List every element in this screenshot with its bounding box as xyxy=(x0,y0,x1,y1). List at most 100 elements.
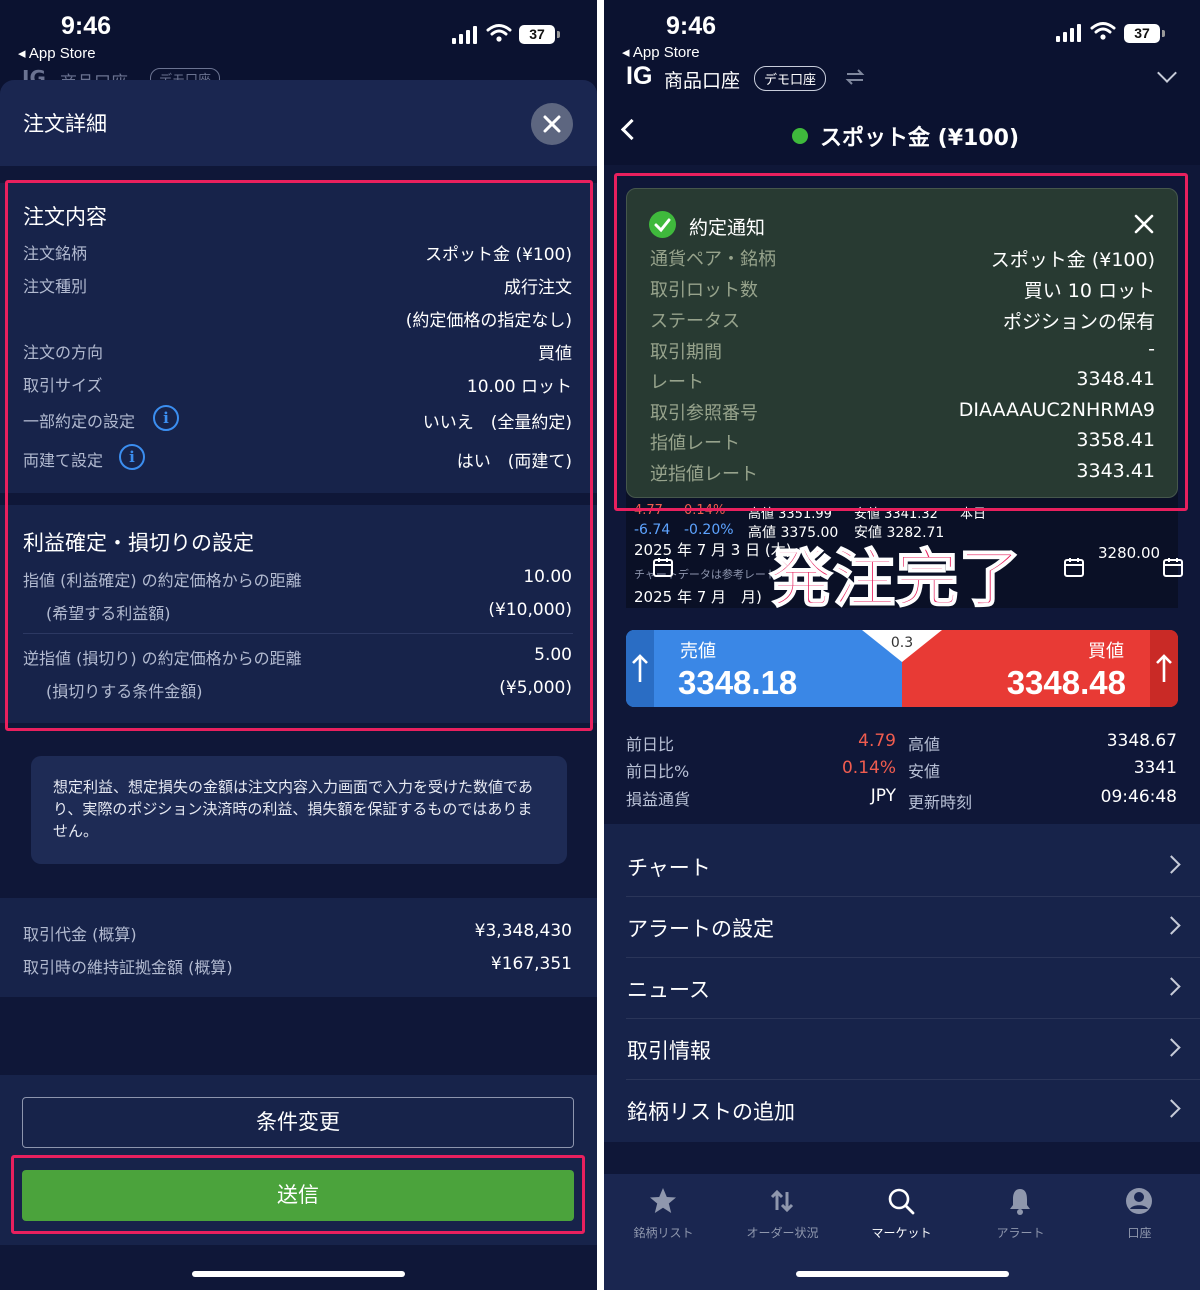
search-icon xyxy=(888,1188,915,1215)
trade-amount-label: 取引代金 (概算) xyxy=(23,925,137,944)
arrow-up-icon xyxy=(632,654,648,682)
notif-instrument-value: スポット金 (¥100) xyxy=(990,249,1155,271)
chevron-right-icon xyxy=(1162,1038,1181,1057)
close-button[interactable] xyxy=(531,103,573,145)
signal-icon xyxy=(1056,24,1086,42)
low-label: 安値 xyxy=(908,762,941,781)
arrows-updown-icon xyxy=(770,1189,794,1213)
pnl-currency-value: JPY xyxy=(870,786,896,806)
stop-distance-value: 5.00 xyxy=(534,645,572,665)
modify-conditions-button[interactable]: 条件変更 xyxy=(22,1097,574,1148)
menu-item-label: アラートの設定 xyxy=(627,917,774,941)
menu-item-label: ニュース xyxy=(627,978,710,1002)
chevron-right-icon xyxy=(1162,916,1181,935)
stop-amount-value: (¥5,000) xyxy=(499,678,572,698)
notif-limit-label: 指値レート xyxy=(650,433,740,454)
signal-icon xyxy=(452,26,482,44)
calendar-icon[interactable] xyxy=(652,556,674,578)
chart-change-pct: 0.14% xyxy=(684,503,726,518)
menu-item-label: 銘柄リストの追加 xyxy=(627,1100,795,1124)
hedging-label: 両建て設定 xyxy=(23,451,104,470)
tab-label: 口座 xyxy=(1127,1226,1152,1240)
sell-price: 3348.18 xyxy=(678,664,798,701)
chart-price-label: 3280.00 xyxy=(1098,544,1161,562)
notif-status-value: ポジションの保有 xyxy=(1002,311,1155,333)
chart-change: 4.77 xyxy=(634,503,663,518)
switch-account-icon[interactable] xyxy=(844,66,866,88)
status-time: 9:46 xyxy=(666,12,717,40)
day-change-value: 4.79 xyxy=(858,731,896,751)
tab-orders[interactable]: オーダー状況 xyxy=(723,1174,842,1254)
order-instrument-value: スポット金 (¥100) xyxy=(425,245,572,265)
chart-date-2: 2025 年 7 月 月) xyxy=(634,588,762,606)
margin-label: 取引時の維持証拠金額 (概算) xyxy=(23,958,233,977)
home-indicator[interactable] xyxy=(796,1271,1009,1277)
order-instrument-label: 注文銘柄 xyxy=(23,244,88,263)
back-to-app-store[interactable]: ◂ App Store xyxy=(18,44,96,62)
battery-icon: 37 xyxy=(1124,24,1165,43)
back-to-app-store[interactable]: ◂ App Store xyxy=(622,43,700,61)
tab-label: 銘柄リスト xyxy=(633,1226,694,1240)
margin-value: ¥167,351 xyxy=(490,954,572,974)
hedging-info-icon[interactable]: i xyxy=(119,444,145,470)
menu-item-trade-info[interactable]: 取引情報 xyxy=(626,1019,1200,1080)
submit-button[interactable]: 送信 xyxy=(22,1170,574,1221)
notif-status-label: ステータス xyxy=(650,311,740,332)
profit-loss-heading: 利益確定・損切りの設定 xyxy=(23,531,254,555)
cost-card xyxy=(0,898,597,997)
order-complete-overlay: 発注完了 xyxy=(769,541,1023,616)
chart-today: 本日 xyxy=(960,507,987,522)
order-direction-label: 注文の方向 xyxy=(23,343,104,362)
disclaimer-box: 想定利益、想定損失の金額は注文内容入力画面で入力を受けた数値であり、実際のポジシ… xyxy=(31,756,567,864)
menu-item-add-watchlist[interactable]: 銘柄リストの追加 xyxy=(626,1080,1200,1141)
notif-lots-value: 買い 10 ロット xyxy=(1023,280,1155,302)
day-change-pct-label: 前日比% xyxy=(626,762,690,781)
market-open-dot-icon xyxy=(792,128,808,144)
tab-label: アラート xyxy=(996,1226,1045,1240)
order-direction-value: 買値 xyxy=(538,344,572,364)
trade-size-value: 10.00 ロット xyxy=(466,377,572,397)
tab-label: オーダー状況 xyxy=(746,1226,819,1240)
account-label[interactable]: 商品口座 xyxy=(664,66,740,93)
menu-item-news[interactable]: ニュース xyxy=(626,958,1200,1019)
tab-market[interactable]: マーケット xyxy=(842,1174,961,1254)
left-screen: 9:46 ◂ App Store 37 IG 商品口座 デモ口座 注文詳細 注文… xyxy=(0,0,597,1290)
notif-period-label: 取引期間 xyxy=(650,342,722,363)
partial-fill-value: いいえ (全量約定) xyxy=(422,413,572,433)
instrument-title: スポット金 (¥100) xyxy=(820,126,1019,151)
menu-item-alert-settings[interactable]: アラートの設定 xyxy=(626,897,1200,958)
demo-account-badge[interactable]: デモ口座 xyxy=(754,66,827,91)
status-time: 9:46 xyxy=(61,12,112,40)
buy-arrow-cell xyxy=(1150,630,1178,707)
tab-alerts[interactable]: アラート xyxy=(961,1174,1080,1254)
high-label: 高値 xyxy=(908,735,941,754)
chart-low: 安値 3341.32 xyxy=(854,507,938,522)
buy-price: 3348.48 xyxy=(1006,664,1126,701)
calendar-icon[interactable] xyxy=(1063,556,1085,578)
tab-watchlist[interactable]: 銘柄リスト xyxy=(604,1174,723,1254)
screen-divider xyxy=(597,0,604,1290)
chevron-right-icon xyxy=(1162,855,1181,874)
tab-account[interactable]: 口座 xyxy=(1080,1174,1199,1254)
notif-stop-label: 逆指値レート xyxy=(650,464,758,485)
spread-value: 0.3 xyxy=(890,635,914,651)
chevron-right-icon xyxy=(1162,1099,1181,1118)
calendar-icon[interactable] xyxy=(1162,556,1184,578)
menu-item-label: チャート xyxy=(627,856,711,880)
partial-fill-info-icon[interactable]: i xyxy=(153,405,179,431)
pnl-currency-label: 損益通貨 xyxy=(626,790,691,809)
notif-lots-label: 取引ロット数 xyxy=(650,280,758,301)
updated-label: 更新時刻 xyxy=(908,793,973,812)
stop-distance-label: 逆指値 (損切り) の約定価格からの距離 xyxy=(23,649,302,668)
menu-item-chart[interactable]: チャート xyxy=(626,836,1200,897)
sheet-title: 注文詳細 xyxy=(23,112,107,136)
divider xyxy=(23,633,573,634)
execution-notification: 約定通知 通貨ペア・銘柄 スポット金 (¥100) 取引ロット数 買い 10 ロ… xyxy=(626,188,1178,498)
brand-logo: IG xyxy=(626,62,653,90)
notif-ref-value: DIAAAAUC2NHRMA9 xyxy=(958,399,1155,421)
chart-change-2: -6.74 xyxy=(634,522,671,538)
home-indicator[interactable] xyxy=(192,1271,405,1277)
close-icon[interactable] xyxy=(1133,213,1155,235)
order-content-heading: 注文内容 xyxy=(23,205,107,229)
partial-fill-label: 一部約定の設定 xyxy=(23,412,136,431)
